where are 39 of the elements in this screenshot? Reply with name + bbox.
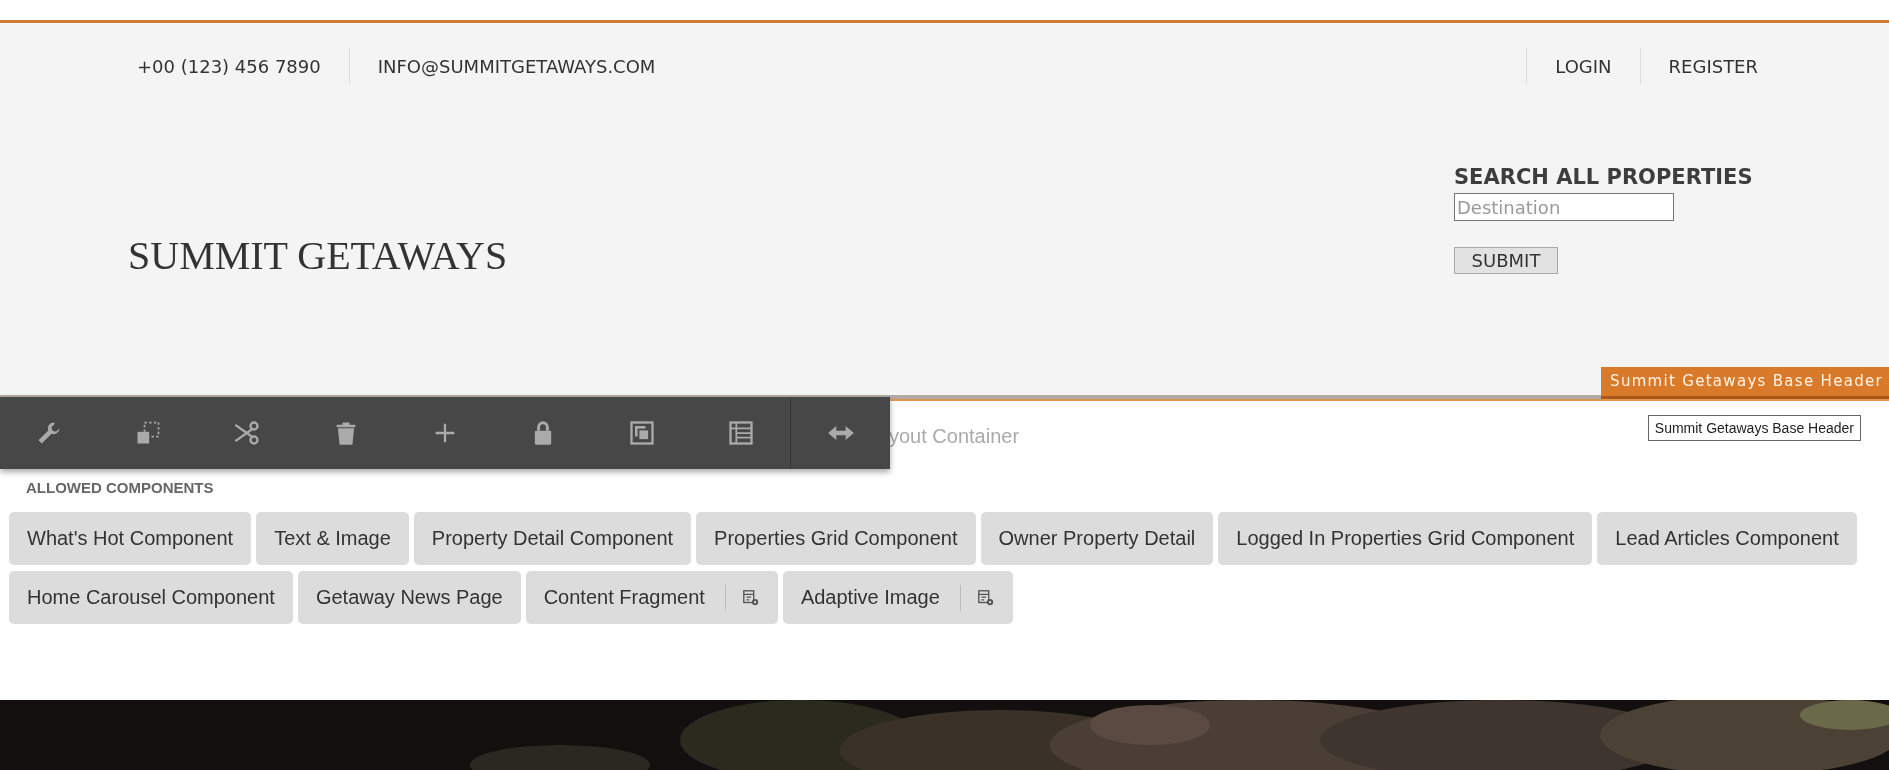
container-title: yout Container: [889, 424, 1020, 448]
chip-label: Home Carousel Component: [27, 586, 275, 609]
chip-label: Logged In Properties Grid Component: [1236, 527, 1575, 550]
site-logo[interactable]: SUMMIT GETAWAYS: [128, 232, 508, 279]
nav-link[interactable]: LOGIN: [1555, 55, 1612, 77]
chip-label: Getaway News Page: [315, 586, 503, 609]
component-chip[interactable]: Adaptive Image: [782, 571, 1013, 624]
table-icon[interactable]: [726, 419, 755, 447]
nav-link[interactable]: REGISTER: [1668, 55, 1758, 77]
component-chip[interactable]: Text & Image: [256, 512, 409, 565]
component-chip[interactable]: Content Fragment: [525, 571, 778, 624]
component-chip[interactable]: Home Carousel Component: [9, 571, 293, 624]
component-chip[interactable]: Logged In Properties Grid Component: [1218, 512, 1593, 565]
tooltip: Summit Getaways Base Header: [1647, 415, 1861, 441]
group-icon[interactable]: [628, 419, 657, 447]
component-chip[interactable]: Lead Articles Component: [1597, 512, 1857, 565]
email-link[interactable]: INFO@SUMMITGETAWAYS.COM: [377, 55, 656, 77]
component-chip[interactable]: Getaway News Page: [297, 571, 521, 624]
chip-label: Adaptive Image: [800, 586, 940, 609]
chip-label: Text & Image: [274, 527, 391, 550]
section-heading: ALLOWED COMPONENTS: [25, 479, 215, 496]
chip-label: Lead Articles Component: [1615, 527, 1839, 550]
chip-label: Content Fragment: [543, 586, 705, 609]
component-chip[interactable]: Owner Property Detail: [980, 512, 1214, 565]
chip-label: Properties Grid Component: [714, 527, 958, 550]
scissors-icon[interactable]: [232, 419, 261, 447]
component-chip[interactable]: Property Detail Component: [413, 512, 692, 565]
submit-button[interactable]: SUBMIT: [1454, 247, 1558, 274]
chip-label: Property Detail Component: [431, 527, 674, 550]
settings-icon[interactable]: [976, 588, 995, 607]
component-chip[interactable]: What's Hot Component: [9, 512, 252, 565]
component-label: Summit Getaways Base Header: [1601, 367, 1889, 399]
destination-field[interactable]: Destination: [1454, 193, 1674, 221]
phone-number: +00 (123) 456 7890: [137, 55, 321, 77]
component-chip[interactable]: Properties Grid Component: [696, 512, 976, 565]
chip-label: What's Hot Component: [27, 527, 234, 550]
chip-label: Owner Property Detail: [998, 527, 1196, 550]
settings-icon[interactable]: [741, 588, 760, 607]
search-title: SEARCH ALL PROPERTIES: [1454, 165, 1753, 189]
